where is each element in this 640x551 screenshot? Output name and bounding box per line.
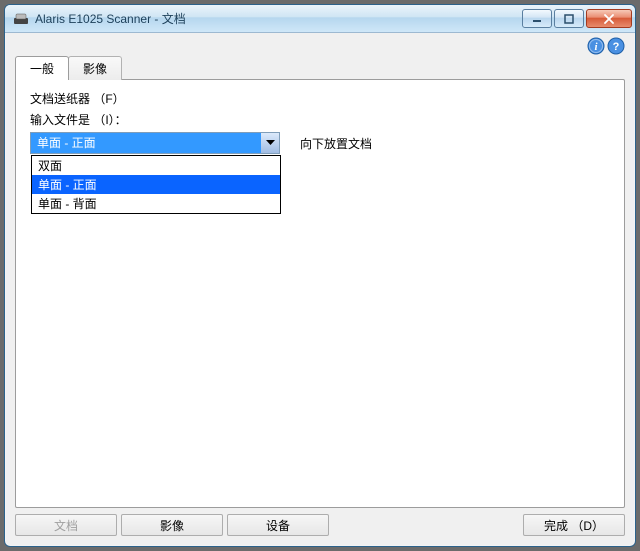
feeder-label: 文档送纸器 （F） xyxy=(30,90,610,107)
info-icon[interactable]: i xyxy=(587,37,605,55)
tab-panel-general: 文档送纸器 （F） 输入文件是 （I）： 单面 - 正面 双面 单面 - 正面 … xyxy=(15,79,625,508)
tab-strip: 一般 影像 xyxy=(15,56,625,80)
input-dropdown[interactable]: 单面 - 正面 双面 单面 - 正面 单面 - 背面 xyxy=(30,132,280,154)
dropdown-list[interactable]: 双面 单面 - 正面 单面 - 背面 xyxy=(31,155,281,214)
window-title: Alaris E1025 Scanner - 文档 xyxy=(35,10,520,27)
bottom-bar: 文档 影像 设备 完成 （D） xyxy=(5,508,635,546)
option-back[interactable]: 单面 - 背面 xyxy=(32,194,280,213)
scanner-settings-window: Alaris E1025 Scanner - 文档 i ? xyxy=(4,4,636,547)
help-icon[interactable]: ? xyxy=(607,37,625,55)
option-duplex[interactable]: 双面 xyxy=(32,156,280,175)
window-controls xyxy=(520,5,635,32)
chevron-down-icon xyxy=(261,133,279,153)
tab-image[interactable]: 影像 xyxy=(68,56,122,80)
tabs-area: 一般 影像 文档送纸器 （F） 输入文件是 （I）： 单面 - 正面 双面 单面… xyxy=(5,55,635,508)
help-row: i ? xyxy=(5,33,635,55)
document-button: 文档 xyxy=(15,514,117,536)
option-front[interactable]: 单面 - 正面 xyxy=(32,175,280,194)
spacer xyxy=(333,514,519,536)
titlebar: Alaris E1025 Scanner - 文档 xyxy=(5,5,635,33)
minimize-button[interactable] xyxy=(522,9,552,28)
orientation-hint: 向下放置文档 xyxy=(300,135,372,152)
dropdown-selected-text: 单面 - 正面 xyxy=(31,133,261,153)
close-button[interactable] xyxy=(586,9,632,28)
input-label: 输入文件是 （I）： xyxy=(30,111,610,128)
maximize-button[interactable] xyxy=(554,9,584,28)
image-button[interactable]: 影像 xyxy=(121,514,223,536)
app-scanner-icon xyxy=(13,11,29,27)
input-dropdown-row: 单面 - 正面 双面 单面 - 正面 单面 - 背面 向下放置文档 xyxy=(30,132,610,154)
tab-general[interactable]: 一般 xyxy=(15,56,69,80)
svg-text:?: ? xyxy=(613,41,620,53)
done-button[interactable]: 完成 （D） xyxy=(523,514,625,536)
device-button[interactable]: 设备 xyxy=(227,514,329,536)
